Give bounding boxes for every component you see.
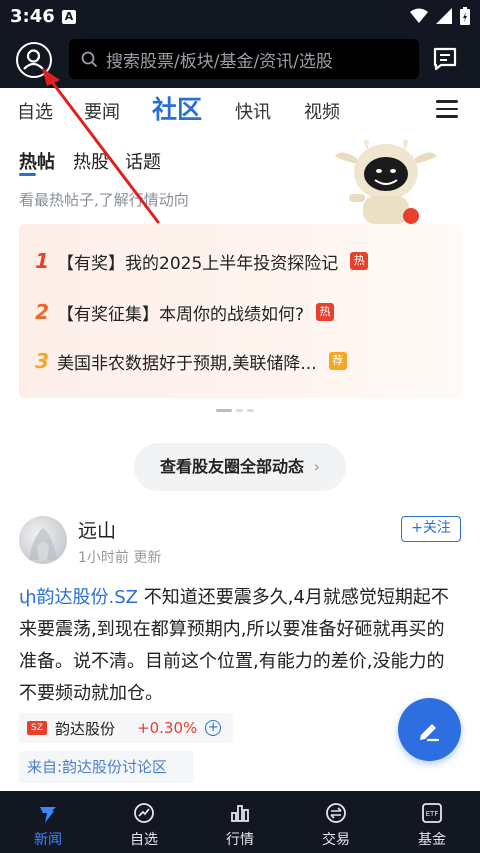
post-source[interactable]: 来自:韵达股份讨论区	[19, 751, 194, 783]
tab-video[interactable]: 视频	[304, 98, 340, 124]
view-all-label: 查看股友圈全部动态	[160, 457, 305, 476]
market-badge: SZ	[27, 721, 47, 735]
carousel-dot	[247, 409, 254, 412]
menu-icon[interactable]	[436, 100, 458, 123]
trade-icon	[326, 803, 346, 823]
view-all-button[interactable]: 查看股友圈全部动态 ›	[134, 443, 346, 491]
search-box[interactable]: 搜索股票/板块/基金/资讯/选股	[69, 39, 419, 79]
hot-post-rank: 3	[35, 349, 49, 373]
post-content[interactable]: փ韵达股份.SZ 不知道还要震多久,4月就感觉短期起不来要震荡,到现在都算预期内…	[19, 582, 461, 710]
bottom-nav-fund[interactable]: ETF 基金	[384, 791, 480, 853]
carousel-dot-active	[216, 409, 232, 412]
compose-post-button[interactable]	[398, 698, 461, 761]
status-bar: 3:46 A	[0, 0, 480, 33]
hot-post-item[interactable]: 1 【有奖】我的2025上半年投资探险记 热	[19, 241, 461, 281]
subtab-description: 看最热帖子,了解行情动向	[19, 191, 189, 209]
hot-tag-badge: 热	[316, 303, 335, 321]
hot-post-title: 【有奖征集】本周你的战绩如何?	[57, 304, 305, 325]
stock-mention-link[interactable]: փ韵达股份.SZ	[19, 587, 138, 608]
stock-chip-change: +0.30%	[137, 719, 198, 737]
follow-button[interactable]: +关注	[401, 516, 461, 542]
bottom-nav-trade[interactable]: 交易	[288, 791, 384, 853]
status-time: 3:46	[10, 6, 55, 27]
news-icon	[40, 807, 56, 823]
user-icon	[23, 49, 44, 70]
wifi-icon	[410, 8, 428, 23]
message-icon	[433, 47, 457, 71]
tab-community[interactable]: 社区	[152, 90, 202, 126]
stock-chip-name: 韵达股份	[55, 719, 116, 738]
chevron-right-icon: ›	[313, 457, 320, 476]
hot-post-rank: 1	[35, 249, 49, 273]
search-icon	[81, 51, 98, 67]
tab-headlines[interactable]: 要闻	[84, 98, 120, 124]
market-icon	[231, 805, 249, 822]
bottom-nav-label: 行情	[226, 832, 254, 848]
signal-icon	[436, 8, 452, 24]
post-author-name[interactable]: 远山	[78, 516, 116, 543]
stock-symbol-icon: փ	[19, 587, 37, 608]
subtab-topics[interactable]: 话题	[125, 148, 161, 174]
bottom-nav-news[interactable]: 新闻	[0, 791, 96, 853]
bottom-nav-label: 自选	[130, 832, 158, 848]
hot-post-rank: 2	[35, 300, 49, 324]
bottom-nav-label: 基金	[418, 832, 446, 848]
notification-a-icon: A	[62, 10, 76, 24]
watchlist-icon	[134, 803, 154, 823]
hot-post-item[interactable]: 3 美国非农数据好于预期,美联储降... 荐	[19, 341, 461, 381]
fund-icon: ETF	[422, 803, 442, 823]
subtab-indicator	[19, 173, 36, 176]
bottom-nav-label: 新闻	[34, 832, 62, 848]
hot-post-item[interactable]: 2 【有奖征集】本周你的战绩如何? 热	[19, 292, 461, 332]
hot-post-title: 美国非农数据好于预期,美联储降...	[57, 353, 317, 374]
user-profile-button[interactable]	[16, 42, 52, 78]
status-icons	[410, 7, 470, 25]
recommend-tag-badge: 荐	[328, 352, 347, 370]
post-author-avatar[interactable]	[19, 516, 67, 564]
bottom-nav-label: 交易	[322, 832, 350, 848]
message-button[interactable]	[432, 46, 458, 76]
bottom-nav-watchlist[interactable]: 自选	[96, 791, 192, 853]
subtab-hot-stocks[interactable]: 热股	[73, 148, 109, 174]
stock-chip[interactable]: SZ 韵达股份 +0.30% +	[19, 713, 233, 743]
tab-watchlist[interactable]: 自选	[17, 98, 53, 124]
bottom-navigation: 新闻 自选 行情 交易 ETF 基金	[0, 791, 480, 853]
hot-post-title: 【有奖】我的2025上半年投资探险记	[57, 253, 339, 274]
tab-flash[interactable]: 快讯	[235, 98, 271, 124]
avatar-image	[29, 528, 57, 560]
channel-tabs: 自选 要闻 社区 快讯 视频	[0, 88, 480, 130]
bottom-nav-market[interactable]: 行情	[192, 791, 288, 853]
carousel-dot	[236, 409, 243, 412]
search-placeholder: 搜索股票/板块/基金/资讯/选股	[106, 51, 333, 72]
post-timestamp: 1小时前 更新	[78, 550, 162, 566]
mascot-icon	[335, 139, 437, 224]
stock-mention-text: 韵达股份.SZ	[36, 587, 139, 608]
pen-icon	[420, 724, 440, 742]
carousel-dots	[216, 409, 254, 412]
top-header: 搜索股票/板块/基金/资讯/选股	[0, 33, 480, 88]
battery-icon	[460, 7, 470, 25]
add-watchlist-icon[interactable]: +	[205, 720, 222, 736]
subtab-hot-posts[interactable]: 热帖	[19, 148, 55, 174]
hot-posts-card: 1 【有奖】我的2025上半年投资探险记 热 2 【有奖征集】本周你的战绩如何?…	[19, 224, 461, 398]
hot-tag-badge: 热	[350, 252, 369, 270]
svg-text:ETF: ETF	[426, 810, 439, 818]
